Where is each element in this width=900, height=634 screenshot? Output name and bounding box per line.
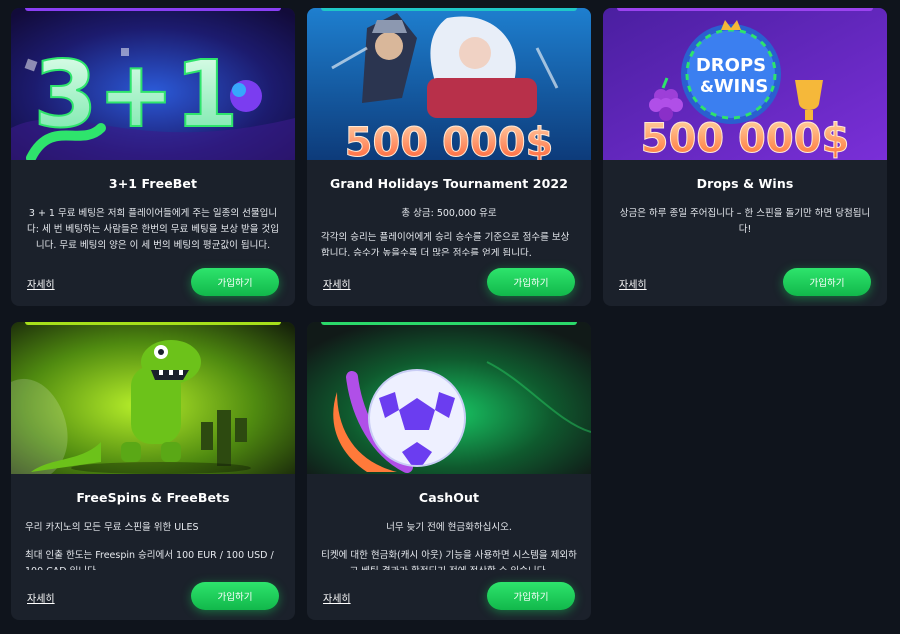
promo-description-line: 우리 카지노의 모든 무료 스핀을 위한 ULES (25, 522, 199, 533)
promo-card-freebet: 3+1 3+1 FreeBet 3 + 1 무료 베팅은 저희 플레이어들에게 … (11, 8, 295, 306)
promo-banner-drops-wins[interactable]: DROPS & WINS 500 000$ (603, 8, 887, 160)
promo-title: Drops & Wins (696, 176, 794, 191)
more-details-link[interactable]: 자세히 (27, 590, 55, 605)
accent-bar (617, 8, 873, 11)
promo-description: 3 + 1 무료 베팅은 저희 플레이어들에게 주는 일종의 선물입니다: 세 … (11, 206, 295, 256)
promo-banner-cashout[interactable] (307, 322, 591, 474)
join-button[interactable]: 가입하기 (783, 268, 871, 296)
promo-banner-freespins[interactable] (11, 322, 295, 474)
promo-description-line: 너무 늦기 전에 현금화하십시오. (386, 522, 512, 533)
promo-card-cashout: CashOut 너무 늦기 전에 현금화하십시오. 티켓에 대한 현금화(캐시 … (307, 322, 591, 620)
join-button[interactable]: 가입하기 (191, 268, 279, 296)
join-button[interactable]: 가입하기 (487, 268, 575, 296)
svg-text:WINS: WINS (714, 76, 769, 97)
promo-description: 우리 카지노의 모든 무료 스핀을 위한 ULES 최대 인출 한도는 Free… (11, 520, 295, 570)
promo-description-line: 티켓에 대한 현금화(캐시 아웃) 기능을 사용하면 시스템을 제외하고 베팅 … (321, 550, 577, 570)
accent-bar (321, 322, 577, 325)
promo-description: 상금은 하루 종일 주어집니다 – 한 스핀을 돌기만 하면 당첨됩니다! (603, 206, 887, 256)
promo-footer: 자세히 가입하기 (307, 268, 591, 296)
promo-description-line: 3 + 1 무료 베팅은 저희 플레이어들에게 주는 일종의 선물입니다: 세 … (27, 208, 279, 251)
drops-wins-illustration: DROPS & WINS 500 000$ (603, 8, 887, 160)
promo-card-drops-wins: DROPS & WINS 500 000$ Drops & Wins 상금은 하… (603, 8, 887, 306)
promo-title: CashOut (418, 490, 480, 505)
promo-footer: 자세히 가입하기 (603, 268, 887, 296)
promo-description-line: 상금은 하루 종일 주어집니다 – 한 스핀을 돌기만 하면 당첨됩니다! (619, 208, 871, 235)
promo-description-line: 총 상금: 500,000 유로 (401, 208, 497, 219)
promo-title: 3+1 FreeBet (108, 176, 198, 191)
svg-text:500 000$: 500 000$ (345, 120, 554, 160)
promo-title: Grand Holidays Tournament 2022 (330, 176, 568, 191)
promo-title: FreeSpins & FreeBets (76, 490, 230, 505)
promo-card-tournament: 500 000$ Grand Holidays Tournament 2022 … (307, 8, 591, 306)
more-details-link[interactable]: 자세히 (323, 276, 351, 291)
more-details-link[interactable]: 자세히 (27, 276, 55, 291)
promo-footer: 자세히 가입하기 (11, 582, 295, 610)
promo-description: 너무 늦기 전에 현금화하십시오. 티켓에 대한 현금화(캐시 아웃) 기능을 … (307, 520, 591, 570)
promo-description: 총 상금: 500,000 유로 각각의 승리는 플레이어에게 승리 승수를 기… (307, 206, 591, 256)
tournament-illustration: 500 000$ (307, 8, 591, 160)
svg-text:&: & (700, 77, 714, 96)
accent-bar (25, 8, 281, 11)
more-details-link[interactable]: 자세히 (323, 590, 351, 605)
promo-description-line: 최대 인출 한도는 Freespin 승리에서 100 EUR / 100 US… (25, 550, 274, 570)
promo-footer: 자세히 가입하기 (307, 582, 591, 610)
join-button[interactable]: 가입하기 (487, 582, 575, 610)
accent-bar (25, 322, 281, 325)
svg-text:500 000$: 500 000$ (641, 116, 850, 160)
promo-card-freespins: FreeSpins & FreeBets 우리 카지노의 모든 무료 스핀을 위… (11, 322, 295, 620)
freebet-illustration: 3+1 (11, 8, 295, 160)
join-button[interactable]: 가입하기 (191, 582, 279, 610)
freespins-illustration (11, 322, 295, 474)
accent-bar (321, 8, 577, 11)
promo-banner-freebet[interactable]: 3+1 (11, 8, 295, 160)
promo-banner-tournament[interactable]: 500 000$ (307, 8, 591, 160)
promo-footer: 자세히 가입하기 (11, 268, 295, 296)
promo-description-line: 각각의 승리는 플레이어에게 승리 승수를 기준으로 점수를 보상합니다. 승수… (321, 232, 570, 256)
svg-text:3+1: 3+1 (33, 41, 238, 148)
more-details-link[interactable]: 자세히 (619, 276, 647, 291)
svg-text:DROPS: DROPS (696, 55, 766, 76)
cashout-illustration (307, 322, 591, 474)
